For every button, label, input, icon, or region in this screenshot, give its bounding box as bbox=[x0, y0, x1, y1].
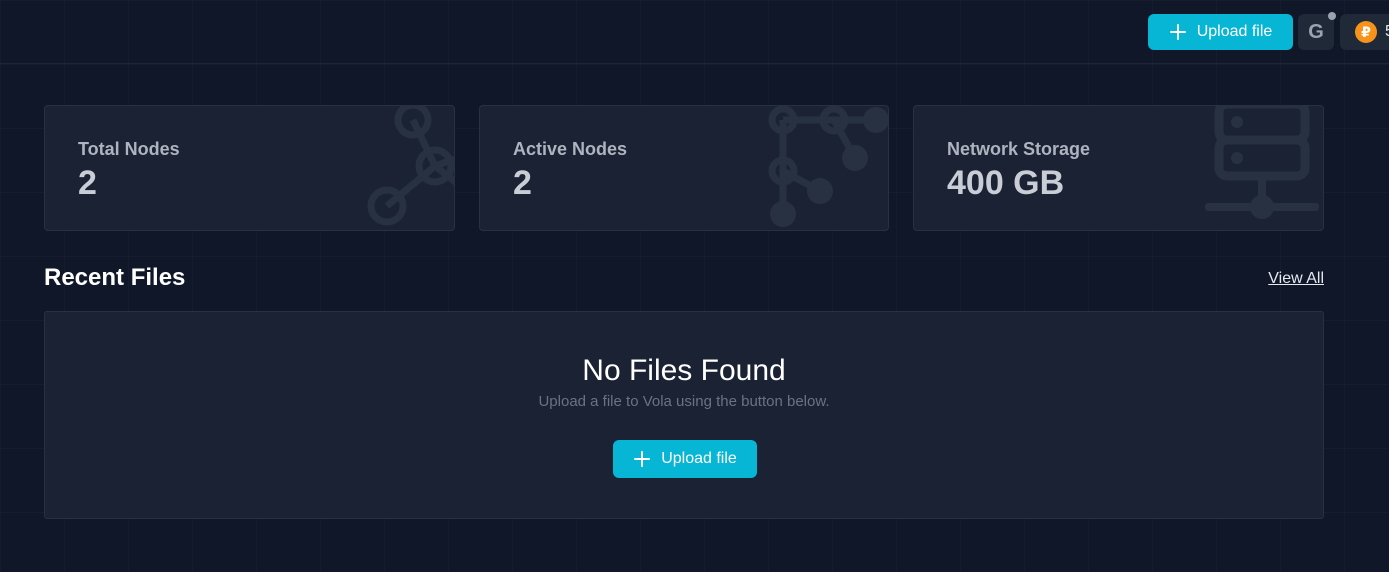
plus-icon bbox=[1169, 24, 1186, 40]
plus-icon bbox=[634, 451, 651, 467]
stat-value: 400 GB bbox=[947, 164, 1065, 202]
account-g-button[interactable]: G bbox=[1298, 12, 1336, 50]
empty-state-subtitle: Upload a file to Vola using the button b… bbox=[538, 393, 830, 410]
upload-file-label: Upload file bbox=[1196, 23, 1273, 40]
stat-value: 2 bbox=[78, 164, 97, 202]
empty-state-title: No Files Found bbox=[582, 354, 786, 387]
stat-card-network-storage: Network Storage 400 GB bbox=[913, 105, 1324, 231]
g-icon: G bbox=[1308, 20, 1324, 43]
server-storage-icon bbox=[1205, 106, 1319, 219]
upload-file-button[interactable]: Upload file bbox=[613, 440, 757, 478]
stat-label: Active Nodes bbox=[513, 139, 628, 159]
token-balance-value: 5 bbox=[1385, 23, 1389, 41]
top-bar: Upload file G ₽ 5 bbox=[0, 0, 1389, 64]
stat-card-total-nodes: Total Nodes 2 bbox=[44, 105, 455, 231]
stat-label: Network Storage bbox=[947, 139, 1091, 159]
token-coin-icon: ₽ bbox=[1355, 21, 1377, 43]
stat-value: 2 bbox=[513, 164, 532, 202]
nodes-tree-icon bbox=[768, 106, 888, 227]
section-title: Recent Files bbox=[44, 264, 186, 291]
view-all-link[interactable]: View All bbox=[1268, 270, 1324, 288]
stat-label: Total Nodes bbox=[78, 139, 180, 159]
stat-card-active-nodes: Active Nodes 2 bbox=[479, 105, 889, 231]
notification-dot bbox=[1328, 12, 1336, 20]
nodes-network-icon bbox=[367, 106, 454, 226]
token-balance[interactable]: ₽ 5 bbox=[1340, 14, 1389, 50]
upload-file-button[interactable]: Upload file bbox=[1148, 14, 1293, 50]
recent-files-panel: No Files Found Upload a file to Vola usi… bbox=[44, 311, 1324, 519]
upload-file-label: Upload file bbox=[661, 450, 737, 467]
